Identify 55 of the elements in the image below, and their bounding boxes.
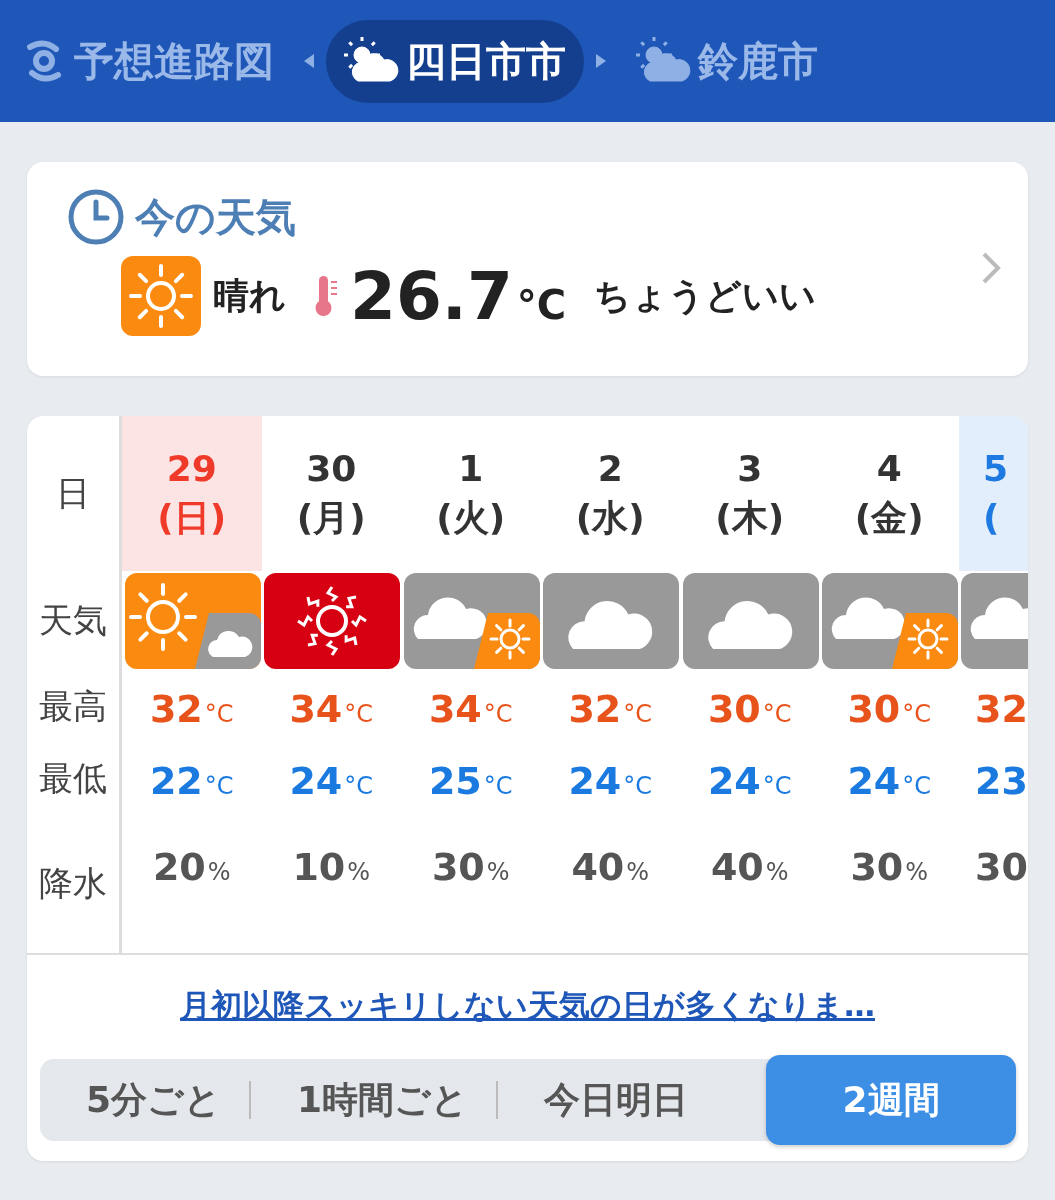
row-label: 天気 [39,599,107,642]
left-arrow-icon[interactable] [302,52,316,70]
high-temperature: 30°C [847,686,932,733]
high-temperature: 32°C [568,686,653,733]
precipitation-chance: 20% [152,844,231,891]
row-label: 最高 [39,685,107,728]
chevron-right-icon [980,250,1002,286]
low-temperature: 24°C [568,758,653,805]
date-header: 29 (日) [122,416,262,571]
range-tab[interactable]: 今日明日 [498,1059,717,1141]
range-tab[interactable]: 5分ごと [40,1059,250,1141]
high-temperature: 34°C [428,686,513,733]
precipitation-chance: 30 [974,844,1028,891]
row-label: 最低 [39,757,107,800]
high-temperature: 32°C [149,686,234,733]
low-temperature: 22°C [149,758,234,805]
low-temperature: 24°C [847,758,932,805]
temperature-value: 26.7 [350,257,513,335]
date-header: 1 (火) [435,446,507,540]
precipitation-chance: 10% [292,844,371,891]
range-tab[interactable]: 2週間 [766,1055,1016,1145]
date-header: 3 (木) [714,446,786,540]
precipitation-chance: 30% [431,844,510,891]
temperature-unit: °C [516,282,567,328]
precipitation-chance: 30% [850,844,929,891]
right-arrow-icon[interactable] [594,52,608,70]
low-temperature: 23 [974,758,1028,805]
date-header: 4 (金) [853,446,925,540]
high-temperature: 32 [974,686,1028,733]
sun-icon [121,256,201,336]
comfort-text: ちょうどいい [594,273,817,318]
clock-icon [67,188,125,246]
location-tab[interactable]: 四日市市 [326,19,584,103]
precipitation-chance: 40% [710,844,789,891]
forecast-comment-link[interactable]: 月初以降スッキリしない天気の日が多くなりま… [180,987,875,1023]
row-label: 降水 [39,862,107,905]
date-header: 30 (月) [295,446,367,540]
location-tab[interactable]: 鈴鹿市 [618,19,836,103]
thermometer-icon [314,274,338,318]
precipitation-chance: 40% [571,844,650,891]
location-tab[interactable]: 予想進路図 [20,19,292,103]
low-temperature: 24°C [707,758,792,805]
low-temperature: 25°C [428,758,513,805]
date-header: 2 (水) [574,446,646,540]
row-label: 日 [56,471,90,515]
condition-text: 晴れ [213,273,286,318]
section-title: 今の天気 [135,192,296,242]
high-temperature: 30°C [707,686,792,733]
sun-cloud-icon [636,37,692,85]
current-weather-card[interactable]: 今の天気 晴れ 26.7°C ちょうどいい [27,162,1028,376]
low-temperature: 24°C [289,758,374,805]
sun-cloud-icon [344,37,400,85]
high-temperature: 34°C [289,686,374,733]
range-tab[interactable]: 1時間ごと [251,1059,497,1141]
date-header: 5 ( [959,416,1028,571]
